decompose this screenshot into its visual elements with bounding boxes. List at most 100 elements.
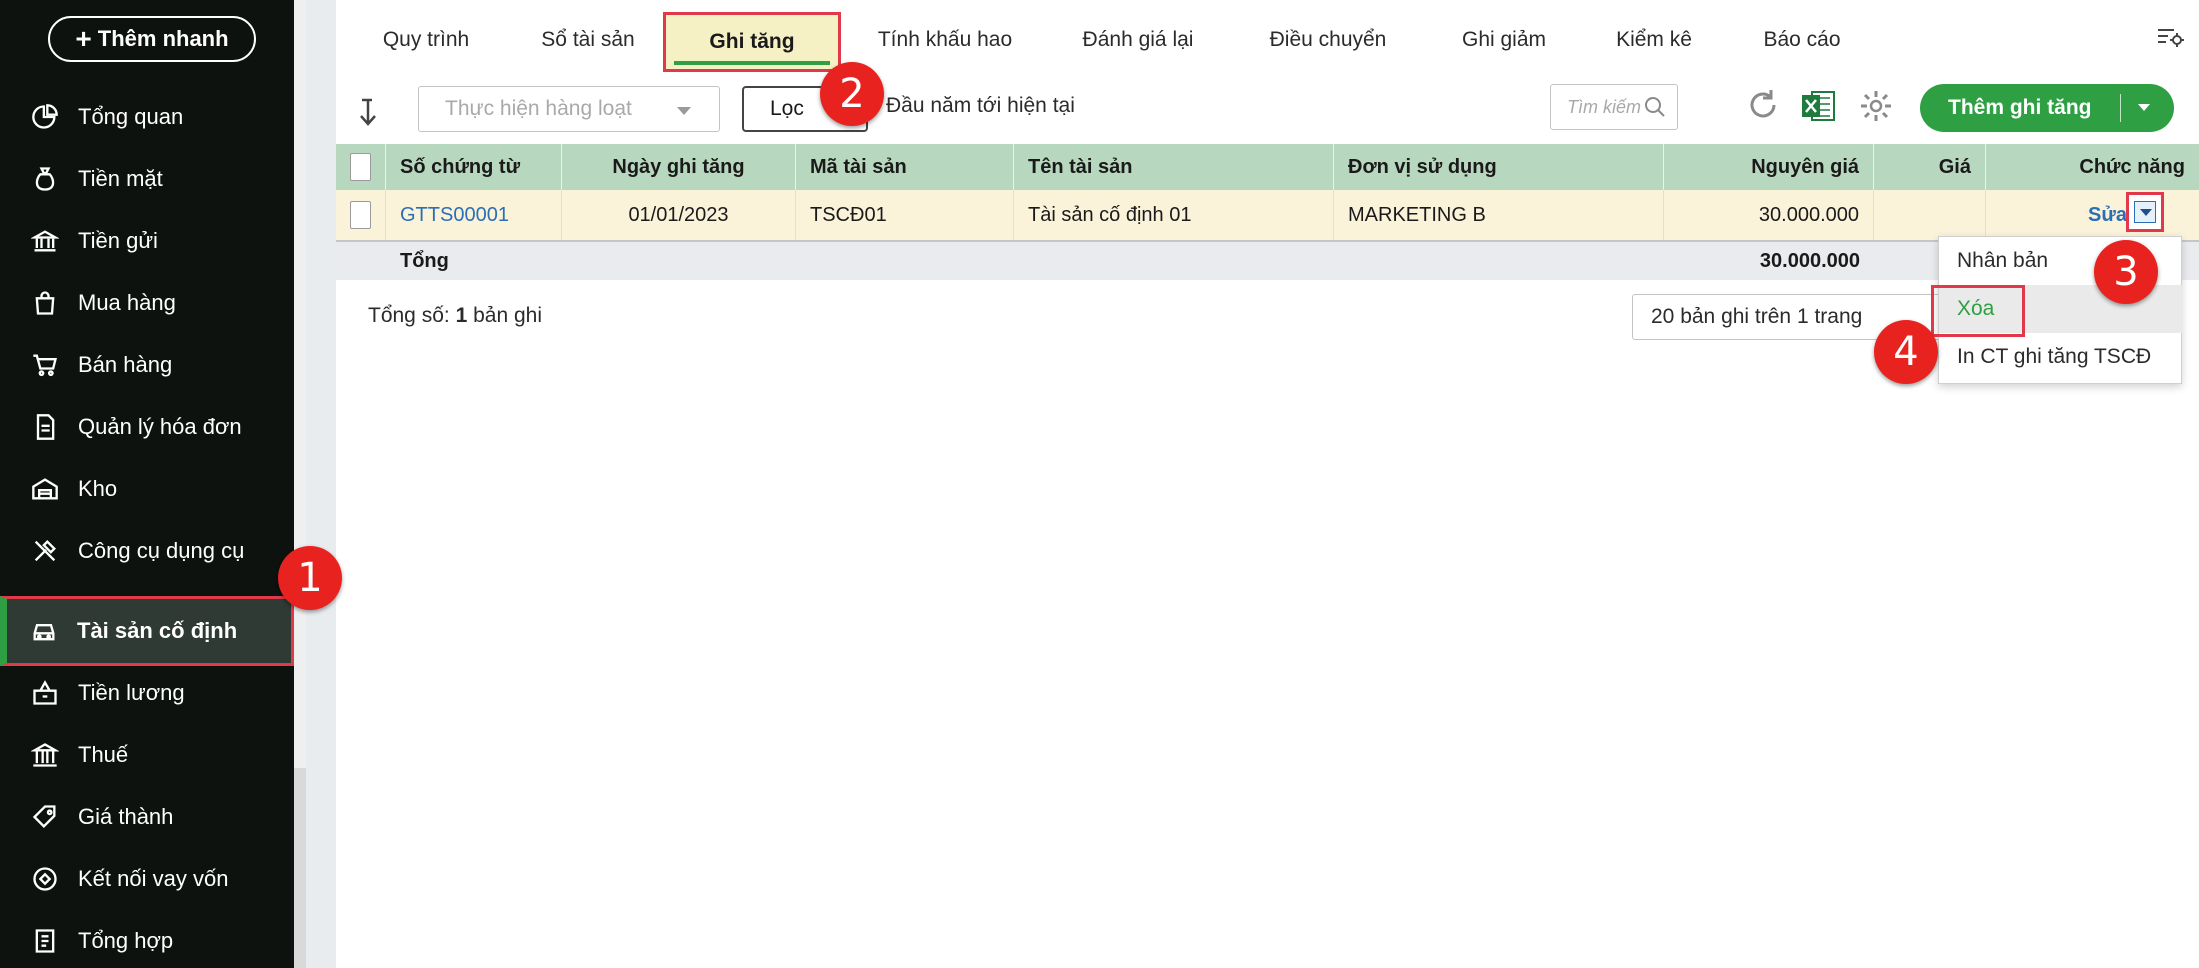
record-count-prefix: Tổng số:: [368, 304, 456, 327]
button-divider: [2120, 94, 2121, 122]
sidebar-item-cash[interactable]: Tiền mặt: [0, 148, 294, 210]
price-cell: [1874, 190, 1986, 240]
header-price[interactable]: Giá: [1874, 144, 1986, 190]
sidebar-item-label: Quản lý hóa đơn: [78, 414, 242, 439]
chevron-down-icon: [2134, 201, 2156, 223]
chart-pie-icon: [30, 102, 60, 132]
sidebar-item-cost[interactable]: Giá thành: [0, 786, 294, 848]
tab-asset-book[interactable]: Sổ tài sản: [520, 20, 656, 60]
payroll-icon: [30, 678, 60, 708]
sidebar-item-label: Công cụ dụng cụ: [78, 538, 245, 563]
bulk-action-select[interactable]: Thực hiện hàng loạt: [418, 86, 720, 132]
chevron-down-icon[interactable]: [2138, 104, 2150, 111]
table-row[interactable]: GTTS00001 01/01/2023 TSCĐ01 Tài sản cố đ…: [336, 190, 2199, 240]
money-bag-icon: [30, 164, 60, 194]
warehouse-icon: [30, 474, 60, 504]
chevron-down-icon: [677, 107, 691, 115]
sort-arrow-icon[interactable]: [356, 94, 392, 130]
tools-icon: [30, 536, 60, 566]
sidebar-scrollbar-thumb[interactable]: [294, 0, 306, 768]
header-unit[interactable]: Đơn vị sử dụng: [1334, 144, 1664, 190]
sidebar-item-payroll[interactable]: Tiền lương: [0, 662, 294, 724]
select-all-checkbox[interactable]: [350, 153, 371, 181]
tab-bar: Quy trình Sổ tài sản Ghi tăng Tính khấu …: [336, 0, 2199, 72]
header-cost[interactable]: Nguyên giá: [1664, 144, 1874, 190]
period-label[interactable]: Đầu năm tới hiện tại: [886, 94, 1075, 118]
tab-inventory[interactable]: Kiểm kê: [1586, 20, 1722, 60]
refresh-icon[interactable]: [1744, 86, 1782, 124]
plus-icon: +: [75, 23, 92, 54]
gear-icon[interactable]: [1858, 88, 1894, 124]
unit-cell: MARKETING B: [1334, 190, 1664, 240]
header-date[interactable]: Ngày ghi tăng: [562, 144, 796, 190]
sidebar: + Thêm nhanh Tổng quan Tiền mặt Tiền gửi…: [0, 0, 294, 968]
row-action-dropdown-button[interactable]: [2126, 192, 2164, 232]
invoice-icon: [30, 412, 60, 442]
actions-cell: Sửa: [1986, 190, 2199, 240]
sidebar-item-loan[interactable]: Kết nối vay vốn: [0, 848, 294, 910]
cost-cell: 30.000.000: [1664, 190, 1874, 240]
sidebar-item-fixed-assets[interactable]: Tài sản cố định: [0, 596, 294, 666]
sidebar-item-summary[interactable]: Tổng hợp: [0, 910, 294, 968]
quick-add-button[interactable]: + Thêm nhanh: [48, 16, 256, 62]
total-label: Tổng: [400, 249, 449, 272]
tab-transfer[interactable]: Điều chuyển: [1244, 20, 1412, 60]
sidebar-item-tools[interactable]: Công cụ dụng cụ: [0, 520, 294, 582]
sidebar-item-label: Kho: [78, 476, 118, 501]
search-icon[interactable]: [1643, 95, 1667, 119]
add-button-label: Thêm ghi tăng: [1948, 96, 2092, 119]
sidebar-item-sales[interactable]: Bán hàng: [0, 334, 294, 396]
tab-report[interactable]: Báo cáo: [1734, 20, 1870, 60]
sidebar-item-invoice[interactable]: Quản lý hóa đơn: [0, 396, 294, 458]
menu-item-print-voucher[interactable]: In CT ghi tăng TSCĐ: [1939, 333, 2183, 381]
search-input[interactable]: Tìm kiếm: [1550, 84, 1678, 130]
asset-name-cell: Tài sản cố định 01: [1014, 190, 1334, 240]
car-icon: [29, 616, 59, 646]
sidebar-item-label: Kết nối vay vốn: [78, 866, 229, 891]
doc-no-link[interactable]: GTTS00001: [386, 190, 562, 240]
tab-revaluation[interactable]: Đánh giá lại: [1050, 20, 1226, 60]
sidebar-item-label: Mua hàng: [78, 290, 176, 315]
table-header: Số chứng từ Ngày ghi tăng Mã tài sản Tên…: [336, 144, 2199, 190]
sidebar-scrollbar[interactable]: [294, 0, 306, 968]
tab-process[interactable]: Quy trình: [358, 20, 494, 60]
bank-icon: [30, 226, 60, 256]
toolbar: Thực hiện hàng loạt Lọc Đầu năm tới hiện…: [336, 72, 2199, 144]
tab-depreciation[interactable]: Tính khấu hao: [852, 20, 1038, 60]
sidebar-item-label: Bán hàng: [78, 352, 173, 377]
tab-decrease[interactable]: Ghi giảm: [1436, 20, 1572, 60]
step-badge-3: 3: [2094, 240, 2158, 304]
step-badge-2: 2: [820, 62, 884, 126]
record-count-suffix: bản ghi: [467, 304, 542, 327]
tax-building-icon: [30, 740, 60, 770]
sidebar-item-tax[interactable]: Thuế: [0, 724, 294, 786]
header-actions: Chức năng: [2079, 155, 2185, 178]
sidebar-item-warehouse[interactable]: Kho: [0, 458, 294, 520]
sidebar-item-overview[interactable]: Tổng quan: [0, 86, 294, 148]
bulk-action-placeholder: Thực hiện hàng loạt: [445, 97, 632, 120]
add-increase-button[interactable]: Thêm ghi tăng: [1920, 84, 2174, 132]
header-doc-no[interactable]: Số chứng từ: [386, 144, 562, 190]
header-asset-code[interactable]: Mã tài sản: [796, 144, 1014, 190]
edit-link[interactable]: Sửa: [2088, 204, 2127, 227]
sidebar-item-label: Tiền gửi: [78, 228, 158, 253]
row-checkbox[interactable]: [350, 201, 371, 229]
date-cell: 01/01/2023: [562, 190, 796, 240]
highlight-box: [1931, 285, 2025, 337]
total-cost: 30.000.000: [1759, 249, 1860, 272]
column-settings-icon[interactable]: [2155, 22, 2185, 52]
asset-code-cell: TSCĐ01: [796, 190, 1014, 240]
select-all-cell: [336, 144, 386, 190]
step-badge-1: 1: [278, 546, 342, 610]
sidebar-item-purchase[interactable]: Mua hàng: [0, 272, 294, 334]
header-asset-name[interactable]: Tên tài sản: [1014, 144, 1334, 190]
row-select-cell: [336, 190, 386, 240]
sidebar-item-deposit[interactable]: Tiền gửi: [0, 210, 294, 272]
sidebar-item-label: Tổng quan: [78, 104, 184, 129]
tab-increase[interactable]: Ghi tăng: [663, 12, 841, 72]
sidebar-item-label: Tổng hợp: [78, 928, 174, 953]
excel-export-icon[interactable]: [1798, 86, 1838, 126]
search-placeholder: Tìm kiếm: [1567, 96, 1641, 117]
sidebar-item-label: Giá thành: [78, 804, 174, 829]
main-content: Quy trình Sổ tài sản Ghi tăng Tính khấu …: [336, 0, 2199, 968]
